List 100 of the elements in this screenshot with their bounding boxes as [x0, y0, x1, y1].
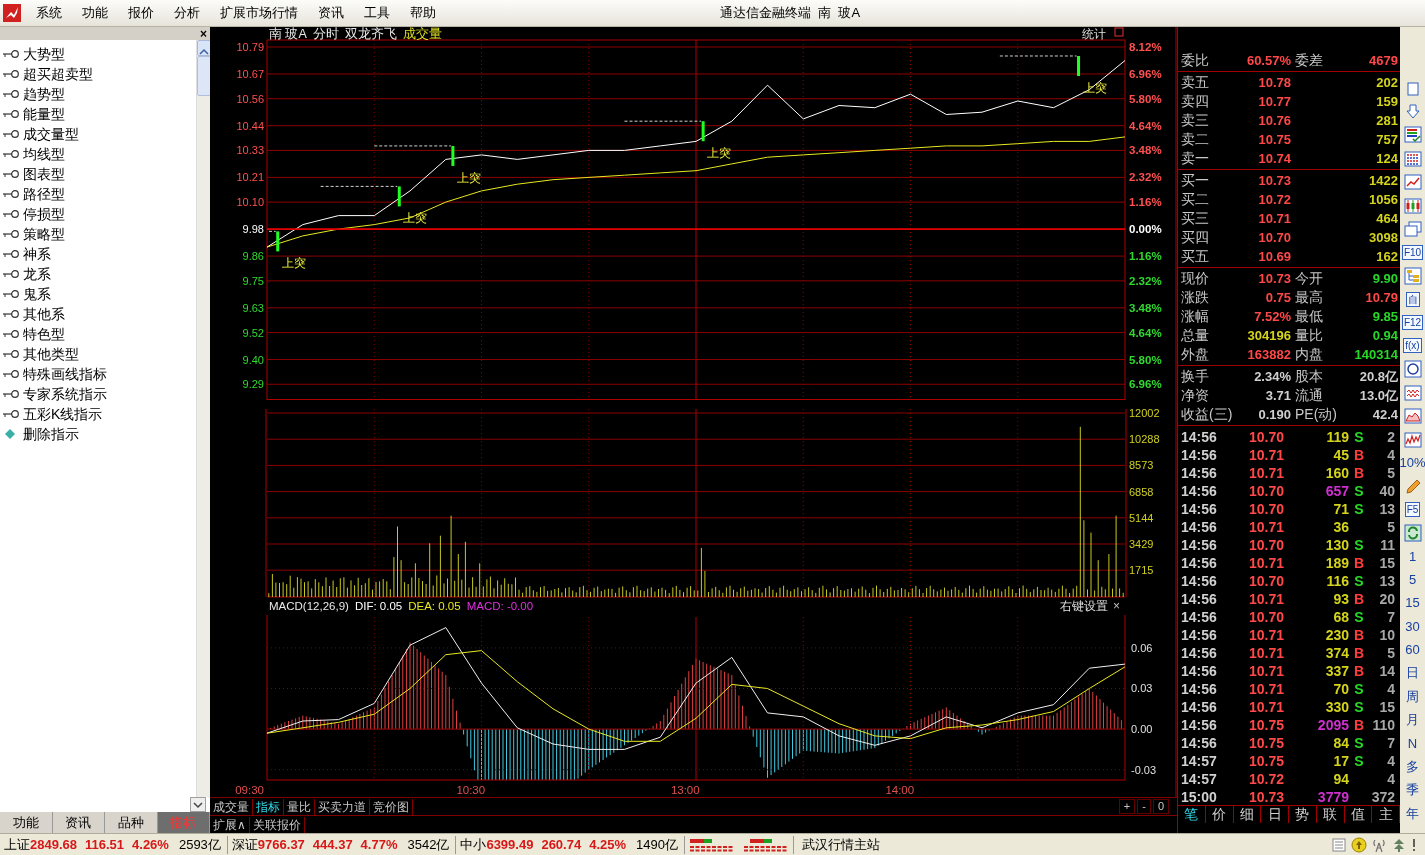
trade-time: 14:56 — [1181, 626, 1218, 645]
axis-label: 9.29 — [242, 378, 264, 391]
axis-label: 9.86 — [242, 250, 264, 263]
quote-value: 757 — [1375, 131, 1398, 149]
indicator-title: MACD(12,26,9) — [269, 600, 349, 612]
trade-count: 4 — [1386, 446, 1395, 465]
trade-price: 10.70 — [1247, 608, 1284, 627]
trade-time: 14:56 — [1181, 428, 1218, 447]
trade-price: 10.71 — [1247, 518, 1284, 537]
quote-value: 4679 — [1368, 52, 1398, 70]
trade-volume: 189 — [1324, 554, 1349, 573]
index-name: 上证 — [3, 835, 30, 854]
trade-time: 14:56 — [1181, 590, 1218, 609]
trade-count: 40 — [1378, 482, 1395, 501]
trade-time: 14:56 — [1181, 500, 1218, 519]
trade-count: 15 — [1378, 698, 1395, 717]
trade-price: 10.70 — [1247, 572, 1284, 591]
trade-time: 14:56 — [1181, 644, 1218, 663]
quote-label: 买一 — [1181, 172, 1209, 190]
trade-count: 13 — [1378, 500, 1395, 519]
window-title: 通达信金融终端 南 玻A — [720, 4, 861, 22]
quote-value: 10.73 — [1257, 172, 1291, 190]
axis-label: 6.96% — [1129, 68, 1162, 80]
axis-label: 6.96% — [1129, 378, 1162, 391]
quote-value: 10.72 — [1257, 191, 1291, 209]
axis-label: 13:00 — [670, 784, 700, 796]
breakout-label: 上突 — [456, 170, 481, 185]
quote-label: 总量 — [1181, 327, 1209, 345]
trade-time: 14:56 — [1181, 608, 1218, 627]
trade-price: 10.73 — [1247, 788, 1284, 807]
trade-volume: 93 — [1332, 590, 1349, 609]
quote-value: 1056 — [1368, 191, 1398, 209]
quote-label: PE(动) — [1294, 406, 1337, 424]
trade-count: 5 — [1386, 518, 1395, 537]
index-value: 4.26% — [132, 835, 169, 854]
trade-count: 5 — [1386, 644, 1395, 663]
quote-value: 3.71 — [1264, 387, 1291, 405]
quote-value: 162 — [1375, 248, 1398, 266]
index-amount: 3542亿 — [407, 835, 450, 854]
quote-value: 10.79 — [1364, 289, 1398, 307]
axis-label: 10.44 — [236, 119, 264, 132]
trade-side: S — [1353, 608, 1365, 627]
axis-label: 0.03 — [1131, 682, 1153, 695]
indicator-value: MACD: -0.00 — [466, 600, 534, 612]
trade-time: 14:56 — [1181, 734, 1218, 753]
quote-value: 3098 — [1368, 229, 1398, 247]
quote-label: 卖四 — [1181, 93, 1209, 111]
server-name: 武汉行情主站 — [801, 835, 880, 854]
trade-count: 15 — [1378, 554, 1395, 573]
quote-label: 卖三 — [1181, 112, 1209, 130]
trade-count: 4 — [1386, 680, 1395, 699]
trade-volume: 17 — [1332, 752, 1349, 771]
trade-time: 14:56 — [1181, 698, 1218, 717]
trade-count: 10 — [1378, 626, 1395, 645]
trade-price: 10.72 — [1247, 770, 1284, 789]
axis-label: 6858 — [1129, 485, 1154, 498]
trade-time: 14:56 — [1181, 572, 1218, 591]
trade-price: 10.70 — [1247, 536, 1284, 555]
trade-side: B — [1352, 446, 1366, 465]
breakout-label: 上突 — [707, 146, 732, 161]
trade-time: 14:56 — [1181, 464, 1218, 483]
index-value: 444.37 — [312, 835, 353, 854]
quote-value: 10.74 — [1257, 150, 1291, 168]
trade-price: 10.71 — [1247, 662, 1284, 681]
index-value: 2849.68 — [30, 835, 77, 854]
axis-label: 5144 — [1129, 511, 1154, 524]
trade-time: 14:56 — [1181, 662, 1218, 681]
trade-volume: 70 — [1332, 680, 1349, 699]
quote-value: 0.75 — [1264, 289, 1291, 307]
trade-count: 110 — [1371, 716, 1395, 735]
index-value: 4.77% — [360, 835, 398, 854]
quote-label: 量比 — [1294, 327, 1323, 345]
chart-title: 成交量 — [402, 27, 442, 41]
axis-label: 10.21 — [236, 171, 264, 184]
axis-label: 0.06 — [1131, 641, 1153, 654]
trade-count: 7 — [1386, 608, 1395, 627]
quote-value: 140314 — [1353, 346, 1398, 364]
indicator-value: DEA: 0.05 — [408, 600, 461, 612]
trade-time: 15:00 — [1181, 788, 1218, 807]
axis-label: 2.32% — [1129, 274, 1162, 287]
trade-price: 10.75 — [1247, 716, 1284, 735]
trade-count: 5 — [1386, 464, 1395, 483]
axis-label: 10.56 — [236, 92, 264, 105]
axis-label: 12002 — [1129, 407, 1160, 419]
trade-price: 10.71 — [1247, 698, 1284, 717]
index-value: 9766.37 — [257, 835, 305, 854]
index-name: 深证 — [230, 835, 258, 854]
trade-price: 10.75 — [1247, 752, 1284, 771]
trade-volume: 160 — [1324, 464, 1349, 483]
quote-value: 60.57% — [1245, 52, 1291, 70]
axis-label: 4.64% — [1129, 326, 1162, 339]
axis-label: 3429 — [1129, 538, 1154, 550]
trade-price: 10.75 — [1247, 734, 1284, 753]
trade-side: S — [1353, 482, 1365, 501]
quote-value: 124 — [1375, 150, 1398, 168]
trade-count: 7 — [1386, 734, 1395, 753]
chart-title: 分时 — [312, 27, 339, 41]
quote-label: 委比 — [1181, 52, 1209, 70]
axis-label: 10288 — [1129, 433, 1160, 446]
axis-label: 10.33 — [236, 144, 264, 157]
